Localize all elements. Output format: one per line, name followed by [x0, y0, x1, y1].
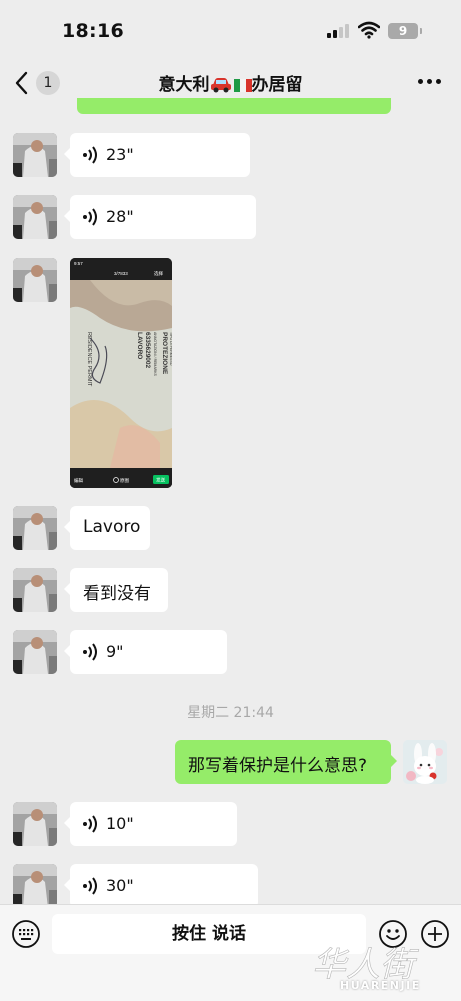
voice-wave-icon — [83, 146, 97, 164]
italy-flag-icon — [233, 79, 252, 92]
photo-select-label: 选择 — [154, 270, 163, 277]
contact-avatar[interactable] — [13, 802, 57, 846]
contact-avatar[interactable] — [13, 568, 57, 612]
contact-avatar[interactable] — [13, 506, 57, 550]
voice-duration: 10" — [106, 814, 134, 833]
chat-title-prefix: 意大利 — [158, 75, 210, 95]
photo-edit-label: 编辑 — [74, 477, 83, 484]
voice-message[interactable]: 9" — [64, 630, 227, 674]
voice-wave-icon — [83, 643, 97, 661]
photo-field-type: TIPO DI PERMESSO — [169, 332, 172, 366]
keyboard-icon[interactable] — [11, 919, 41, 949]
more-options-button[interactable] — [418, 79, 442, 87]
residence-permit-photo: 9:57 3/7833 选择 TIPO DI PERMESSO PROTEZIO… — [70, 258, 172, 488]
voice-duration: 30" — [106, 876, 134, 895]
previous-message-bubble[interactable] — [77, 98, 391, 114]
photo-field-notes: ANNOTAZIONI / REMARKS — [153, 332, 157, 377]
voice-duration: 9" — [106, 642, 124, 661]
voice-wave-icon — [83, 877, 97, 895]
unread-count-badge: 1 — [36, 71, 60, 95]
photo-type-value: PROTEZIONE — [161, 332, 168, 375]
voice-duration: 28" — [106, 207, 134, 226]
watermark-en: HUARENJIE — [340, 979, 421, 992]
voice-message[interactable]: 23" — [64, 133, 250, 177]
photo-card-title: RESIDENCE PERMIT — [86, 332, 92, 387]
battery-tip — [420, 28, 422, 34]
wifi-icon — [358, 21, 380, 39]
chat-title: 意大利 办居留 — [100, 70, 361, 95]
text-message[interactable]: 看到没有 — [64, 568, 168, 612]
photo-send-label: 发送 — [156, 477, 165, 484]
message-text: Lavoro — [83, 517, 141, 537]
voice-message[interactable]: 30" — [64, 864, 258, 908]
text-message[interactable]: Lavoro — [64, 506, 150, 550]
bunny-avatar-image — [403, 740, 447, 784]
contact-avatar[interactable] — [13, 258, 57, 302]
voice-duration: 23" — [106, 145, 134, 164]
status-time: 18:16 — [62, 20, 124, 42]
contact-avatar[interactable] — [13, 133, 57, 177]
status-bar: 18:16 9 — [0, 0, 461, 62]
my-message-text: 那写着保护是什么意思? — [188, 756, 368, 776]
my-text-message[interactable]: 那写着保护是什么意思? — [175, 740, 397, 784]
battery-indicator: 9 — [388, 23, 418, 39]
cellular-signal-icon — [327, 24, 351, 38]
message-timestamp: 星期二 21:44 — [187, 705, 274, 721]
chat-title-suffix: 办居留 — [251, 75, 303, 95]
contact-avatar[interactable] — [13, 864, 57, 908]
back-button[interactable]: 1 — [14, 68, 64, 98]
image-message[interactable]: 9:57 3/7833 选择 TIPO DI PERMESSO PROTEZIO… — [70, 258, 172, 488]
photo-remark-value: LAVORO — [136, 332, 143, 359]
photo-number: 6335629002 — [144, 332, 151, 369]
voice-message[interactable]: 10" — [64, 802, 237, 846]
voice-message[interactable]: 28" — [64, 195, 256, 239]
car-emoji-icon — [210, 78, 231, 93]
contact-avatar[interactable] — [13, 630, 57, 674]
voice-wave-icon — [83, 815, 97, 833]
photo-counter: 3/7833 — [114, 271, 128, 276]
photo-status-time: 9:57 — [74, 261, 83, 266]
my-avatar[interactable] — [403, 740, 447, 784]
voice-wave-icon — [83, 208, 97, 226]
message-text: 看到没有 — [83, 584, 151, 604]
contact-avatar[interactable] — [13, 195, 57, 239]
chevron-left-icon — [15, 71, 28, 95]
